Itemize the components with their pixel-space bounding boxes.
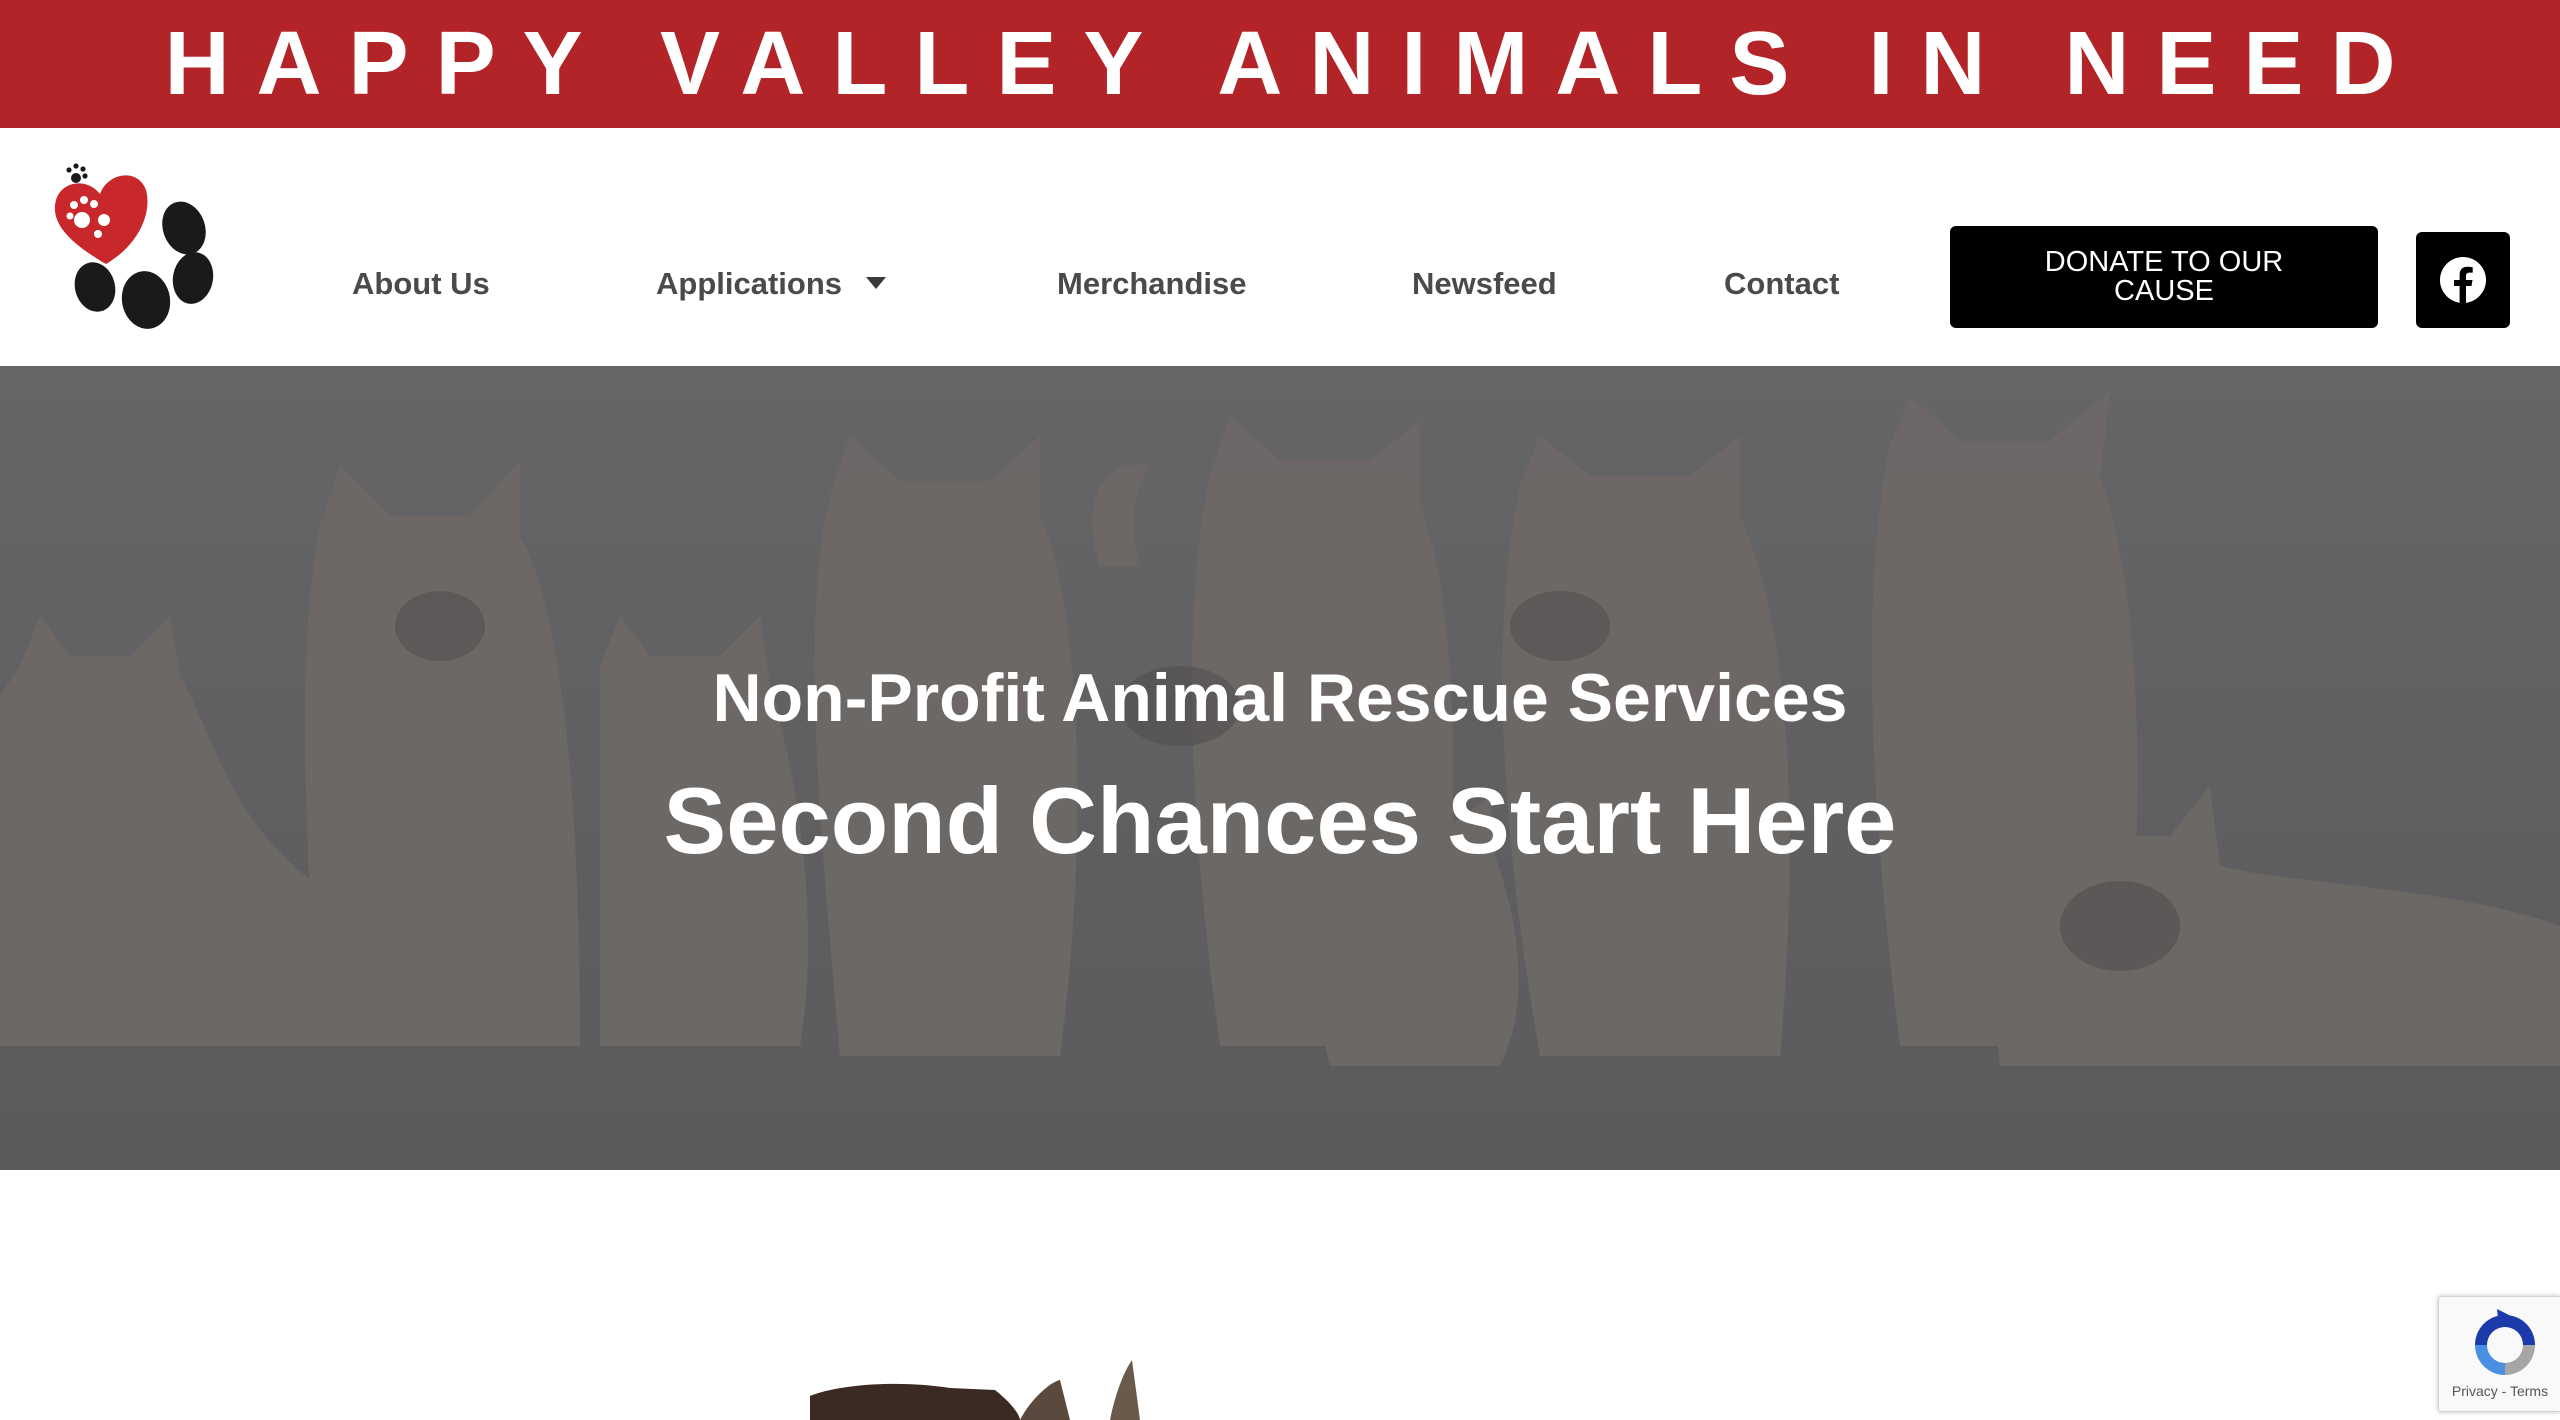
nav-about-us[interactable]: About Us	[352, 262, 490, 306]
recaptcha-badge[interactable]: Privacy - Terms	[2438, 1296, 2560, 1412]
recaptcha-icon	[2475, 1309, 2535, 1375]
site-title: HAPPY VALLEY ANIMALS IN NEED	[164, 13, 2423, 114]
nav-contact[interactable]: Contact	[1724, 262, 1839, 306]
chevron-down-icon[interactable]	[866, 276, 887, 289]
donate-button[interactable]: DONATE TO OUR CAUSE	[1950, 226, 2378, 328]
hero-title: Second Chances Start Here	[663, 768, 1897, 873]
nav-applications[interactable]: Applications	[656, 262, 887, 306]
nav-merchandise-label: Merchandise	[1057, 266, 1247, 301]
animal-photo-icon	[810, 1360, 1140, 1420]
donate-button-label: DONATE TO OUR CAUSE	[2044, 246, 2284, 307]
nav-merchandise[interactable]: Merchandise	[1057, 262, 1247, 306]
facebook-button[interactable]	[2416, 232, 2510, 328]
nav-newsfeed-label: Newsfeed	[1412, 266, 1557, 301]
nav-newsfeed[interactable]: Newsfeed	[1412, 262, 1557, 306]
heart-paw-logo-icon	[54, 163, 214, 329]
terms-link[interactable]: Terms	[2510, 1383, 2548, 1399]
hero-subtitle: Non-Profit Animal Rescue Services	[712, 660, 1848, 736]
recaptcha-links: Privacy - Terms	[2439, 1383, 2560, 1399]
top-banner: HAPPY VALLEY ANIMALS IN NEED	[0, 0, 2560, 128]
nav-contact-label: Contact	[1724, 266, 1840, 301]
link-separator: -	[2497, 1383, 2510, 1399]
nav-about-us-label: About Us	[352, 266, 490, 301]
nav-applications-label: Applications	[656, 266, 843, 301]
logo[interactable]	[48, 160, 218, 330]
facebook-icon	[2440, 257, 2486, 303]
privacy-link[interactable]: Privacy	[2452, 1383, 2498, 1399]
hero-section: Non-Profit Animal Rescue Services Second…	[0, 366, 2560, 1170]
